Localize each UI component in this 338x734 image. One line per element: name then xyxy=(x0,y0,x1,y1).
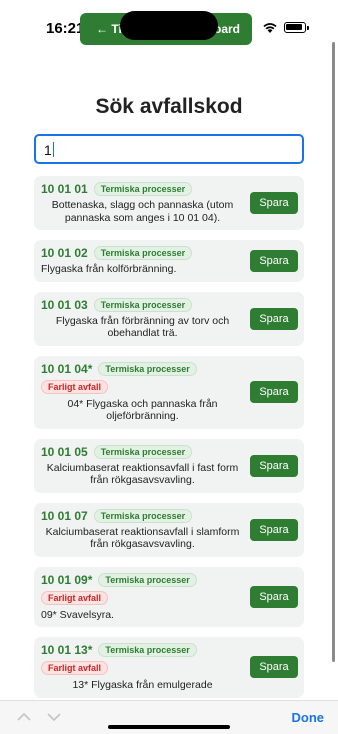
waste-description: 13* Flygaska från emulgerade xyxy=(72,679,213,691)
category-badge: Termiska processer xyxy=(98,572,197,587)
category-badge: Termiska processer xyxy=(93,444,193,459)
waste-code-info: 10 01 02 Termiska processer Flygaska från … xyxy=(41,246,244,276)
waste-code-info: 10 01 05 Termiska processer Kalciumbaserat… xyxy=(41,444,244,487)
waste-code-info: 10 01 09* Termiska processer Farligt avfal… xyxy=(41,572,244,622)
waste-description: 09* Svavelsyra. xyxy=(41,608,114,621)
code-row: 10 01 03 Termiska processer xyxy=(41,297,244,312)
waste-description: 04* Flygaska och pannaska från oljeförbr… xyxy=(67,397,218,423)
hazard-badge: Farligt avfall xyxy=(41,590,109,605)
search-input[interactable]: 1 xyxy=(34,134,304,164)
search-input-value: 1 xyxy=(44,142,52,158)
waste-code-card: 10 01 09* Termiska processer Farligt avfal… xyxy=(34,566,304,627)
category-badge: Termiska processer xyxy=(93,246,193,260)
done-button[interactable]: Done xyxy=(292,710,325,725)
dynamic-island xyxy=(120,11,218,40)
save-button[interactable]: Spara xyxy=(250,518,298,541)
hazard-badge: Farligt avfall xyxy=(41,661,109,675)
waste-code-info: 10 01 01 Termiska processer Bottenaska, sl… xyxy=(41,182,244,224)
waste-code-list: 10 01 01 Termiska processer Bottenaska, sl… xyxy=(34,176,304,708)
code-row: 10 01 02 Termiska processer xyxy=(41,246,244,260)
code-row: 10 01 07 Termiska processer xyxy=(41,508,244,523)
code-row: 10 01 13* Termiska processer xyxy=(41,643,244,657)
text-caret xyxy=(52,142,55,157)
waste-description: Bottenaska, slagg och pannaska (utom pan… xyxy=(51,199,234,224)
waste-code-card: 10 01 03 Termiska processer Flygaska från … xyxy=(34,291,304,346)
battery-icon xyxy=(284,22,309,33)
category-badge: Termiska processer xyxy=(93,297,193,312)
hazard-badge: Farligt avfall xyxy=(41,379,109,394)
save-button[interactable]: Spara xyxy=(250,192,298,214)
code-row: 10 01 09* Termiska processer xyxy=(41,572,244,587)
waste-code-card: 10 01 13* Termiska processer Farligt avfal… xyxy=(34,637,304,698)
waste-code: 10 01 07 xyxy=(41,508,88,523)
status-bar: 16:21 ← Ti bard xyxy=(0,0,338,54)
chevron-down-icon[interactable] xyxy=(46,709,62,725)
code-row: 10 01 01 Termiska processer xyxy=(41,182,244,196)
waste-code: 10 01 03 xyxy=(41,297,88,312)
back-button-label-start: ← Ti xyxy=(96,22,122,36)
waste-code-info: 10 01 13* Termiska processer Farligt avfal… xyxy=(41,643,244,692)
waste-description: Kalciumbaserat reaktionsavfall i fast fo… xyxy=(46,461,239,487)
status-time: 16:21 xyxy=(46,20,85,37)
waste-code-info: 10 01 04* Termiska processer Farligt avfal… xyxy=(41,361,244,423)
keyboard-accessory-bar: Done xyxy=(0,700,338,734)
category-badge: Termiska processer xyxy=(93,182,193,196)
save-button[interactable]: Spara xyxy=(250,249,298,272)
code-row: 10 01 04* Termiska processer xyxy=(41,361,244,376)
waste-code-info: 10 01 07 Termiska processer Kalciumbaserat… xyxy=(41,508,244,551)
waste-code: 10 01 04* xyxy=(41,361,93,376)
save-button[interactable]: Spara xyxy=(250,381,298,403)
waste-description: Kalciumbaserat reaktionsavfall i slamfor… xyxy=(45,525,240,551)
scrollbar[interactable] xyxy=(332,42,335,662)
page-title: Sök avfallskod xyxy=(95,95,243,118)
waste-description: Flygaska från kolförbränning. xyxy=(41,263,177,275)
waste-code-card: 10 01 01 Termiska processer Bottenaska, sl… xyxy=(34,176,304,230)
waste-code-info: 10 01 03 Termiska processer Flygaska från … xyxy=(41,297,244,340)
waste-code: 10 01 05 xyxy=(41,444,88,459)
waste-code-card: 10 01 07 Termiska processer Kalciumbaserat… xyxy=(34,502,304,557)
save-button[interactable]: Spara xyxy=(250,307,298,330)
save-button[interactable]: Spara xyxy=(250,454,298,477)
save-button[interactable]: Spara xyxy=(250,585,298,608)
wifi-icon xyxy=(263,23,277,33)
save-button[interactable]: Spara xyxy=(250,656,298,679)
waste-code-card: 10 01 04* Termiska processer Farligt avfal… xyxy=(34,355,304,429)
waste-code: 10 01 02 xyxy=(41,246,88,260)
waste-code: 10 01 01 xyxy=(41,182,88,196)
waste-code: 10 01 09* xyxy=(41,572,93,587)
waste-description: Flygaska från förbränning av torv och ob… xyxy=(55,314,230,340)
waste-code-card: 10 01 02 Termiska processer Flygaska från … xyxy=(34,240,304,282)
waste-code-card: 10 01 05 Termiska processer Kalciumbaserat… xyxy=(34,438,304,493)
chevron-up-icon[interactable] xyxy=(16,709,32,725)
code-row: 10 01 05 Termiska processer xyxy=(41,444,244,459)
home-indicator xyxy=(108,725,230,729)
category-badge: Termiska processer xyxy=(98,361,197,376)
category-badge: Termiska processer xyxy=(98,643,197,657)
waste-code: 10 01 13* xyxy=(41,643,93,657)
category-badge: Termiska processer xyxy=(93,508,193,523)
